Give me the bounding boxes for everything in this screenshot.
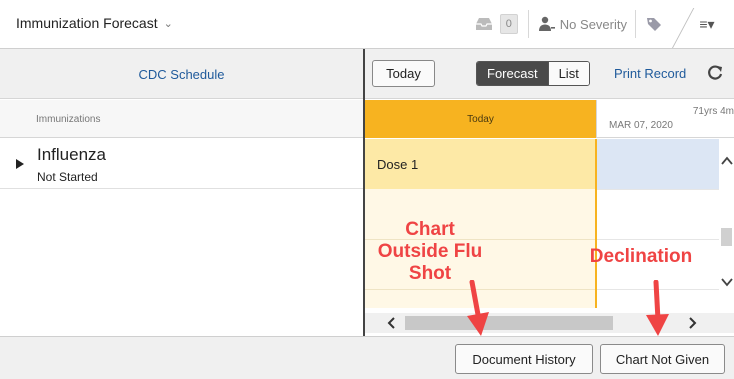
person-severity-icon[interactable] <box>537 14 557 34</box>
chart-outside-flu-shot-annotation: Chart Outside Flu Shot <box>355 219 505 285</box>
grid-line <box>597 189 719 190</box>
grid-line <box>597 239 719 240</box>
chart-not-given-button[interactable]: Chart Not Given <box>600 344 725 374</box>
divider <box>635 10 636 38</box>
cdc-schedule-link[interactable]: CDC Schedule <box>0 49 363 99</box>
header-tools: 0 No Severity ≡▾ <box>472 0 734 48</box>
footer-bar: Document History Chart Not Given <box>0 336 734 379</box>
red-arrow-icon <box>467 280 489 336</box>
toolbar: CDC Schedule Today Forecast List Print R… <box>0 49 734 99</box>
chevron-down-icon: ⌄ <box>163 17 173 30</box>
today-column-header: Today <box>365 100 596 138</box>
column-date-label: MAR 07, 2020 <box>609 120 673 131</box>
chevron-up-icon[interactable] <box>721 155 733 167</box>
immunizations-column-header: Immunizations <box>0 100 363 138</box>
header-bar: Immunization Forecast ⌄ 0 No Severity ≡▾ <box>0 0 734 49</box>
declination-annotation: Declination <box>589 246 693 267</box>
tag-icon[interactable] <box>644 14 664 34</box>
horizontal-scroll-thumb[interactable] <box>405 316 613 330</box>
chevron-right-icon[interactable] <box>685 316 699 330</box>
immunization-list: Influenza Not Started <box>0 139 363 336</box>
date-column-header: 71yrs 4m MAR 07, 2020 <box>596 100 734 138</box>
hamburger-menu-icon[interactable]: ≡▾ <box>699 16 714 33</box>
severity-label[interactable]: No Severity <box>560 17 627 32</box>
forecast-view-button[interactable]: Forecast <box>477 62 548 85</box>
forecast-title-dropdown[interactable]: Immunization Forecast ⌄ <box>16 15 173 31</box>
immunization-row-influenza[interactable]: Influenza Not Started <box>0 139 363 189</box>
chevron-down-icon[interactable] <box>721 276 733 288</box>
patient-age-label: 71yrs 4m <box>692 106 734 117</box>
future-dose-cell[interactable] <box>597 139 719 189</box>
vertical-scrollbar[interactable] <box>719 139 734 308</box>
refresh-icon[interactable] <box>705 63 725 83</box>
horizontal-scrollbar[interactable] <box>365 313 734 333</box>
today-button[interactable]: Today <box>372 60 435 87</box>
document-history-button[interactable]: Document History <box>455 344 593 374</box>
annotation-line: Chart <box>405 219 455 240</box>
menu-tab[interactable]: ≡▾ <box>670 0 734 48</box>
immunization-name: Influenza <box>37 145 106 164</box>
view-toggle: Forecast List <box>476 61 590 86</box>
immunization-status: Not Started <box>37 170 98 184</box>
dose-cell[interactable]: Dose 1 <box>365 139 596 189</box>
red-arrow-icon <box>646 280 669 336</box>
tab-edge <box>672 8 695 48</box>
immunizations-header-label: Immunizations <box>36 114 101 125</box>
vertical-scroll-thumb[interactable] <box>721 228 732 246</box>
print-record-link[interactable]: Print Record <box>614 66 686 81</box>
inbox-icon[interactable] <box>472 12 496 36</box>
divider <box>527 10 529 38</box>
message-count-badge: 0 <box>499 14 518 34</box>
expand-triangle-icon[interactable] <box>16 157 24 169</box>
list-view-button[interactable]: List <box>547 62 589 85</box>
chevron-left-icon[interactable] <box>385 316 399 330</box>
annotation-line: Outside Flu <box>377 241 483 262</box>
page-title: Immunization Forecast <box>16 15 158 31</box>
